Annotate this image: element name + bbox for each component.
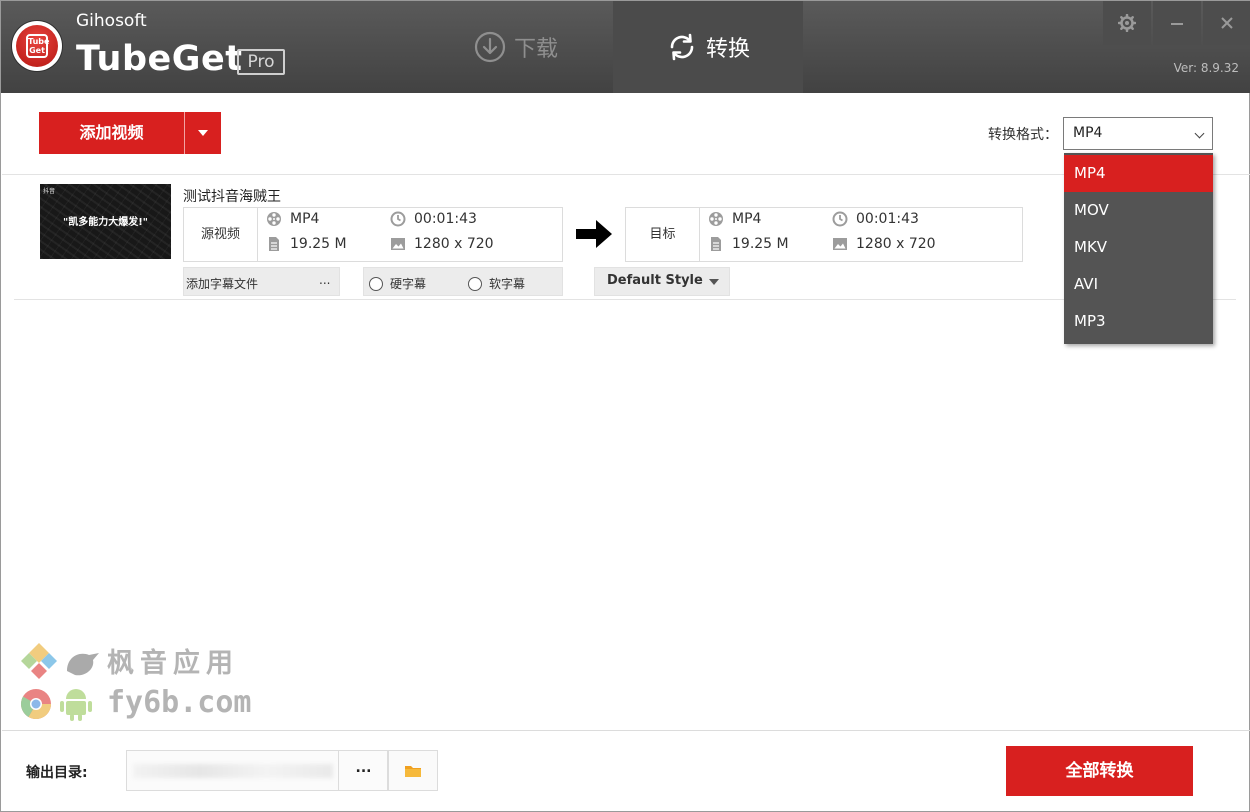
version-label: Ver: 8.9.32	[1173, 61, 1239, 75]
format-label: 转换格式：	[988, 127, 1058, 143]
tab-download[interactable]: 下载	[421, 1, 611, 93]
windows-logo-icon	[21, 643, 57, 679]
target-tag: 目标	[626, 208, 700, 261]
format-dropdown-list: MP4 MOV MKV AVI MP3	[1064, 153, 1213, 344]
source-size-value: 19.25 M	[290, 236, 347, 252]
toolbar-divider	[2, 174, 1250, 175]
clock-icon	[390, 211, 406, 227]
radio-circle-icon	[468, 276, 482, 291]
settings-button[interactable]	[1103, 1, 1151, 45]
format-option-avi[interactable]: AVI	[1064, 266, 1213, 303]
file-icon	[269, 237, 279, 251]
soft-subtitle-label: 软字幕	[489, 277, 526, 291]
gear-icon	[1118, 14, 1136, 32]
add-video-dropdown-button[interactable]	[185, 112, 221, 154]
output-directory-path-obscured	[133, 764, 333, 778]
close-icon	[1221, 17, 1233, 29]
subtitle-file-label: 添加字幕文件	[186, 277, 259, 291]
target-info-box: 目标 MP4 00:01:43 19.25 M 1280 x 720	[625, 207, 1023, 262]
row-divider	[14, 299, 1236, 300]
android-logo-icon	[60, 689, 92, 721]
title-bar: Tube Get Gihosoft TubeGet Pro 下载 转换 Ver:…	[1, 1, 1250, 93]
soft-subtitle-radio[interactable]: 软字幕	[468, 275, 525, 292]
caret-down-icon	[198, 130, 208, 136]
open-folder-button[interactable]	[388, 750, 438, 791]
source-resolution-value: 1280 x 720	[414, 236, 494, 252]
image-icon	[391, 238, 405, 250]
minimize-button[interactable]	[1153, 1, 1201, 45]
hard-subtitle-label: 硬字幕	[390, 277, 427, 291]
brand-name: Gihosoft	[76, 11, 147, 31]
format-option-mp3[interactable]: MP3	[1064, 303, 1213, 340]
folder-icon	[405, 765, 421, 777]
source-duration-value: 00:01:43	[414, 211, 477, 227]
target-format: MP4	[708, 211, 761, 227]
watermark-line1: 枫音应用	[107, 648, 239, 679]
app-window: Tube Get Gihosoft TubeGet Pro 下载 转换 Ver:…	[0, 0, 1250, 812]
site-watermark: 枫音应用 fy6b.com	[19, 641, 259, 727]
bird-icon	[67, 653, 99, 676]
source-format: MP4	[266, 211, 319, 227]
tab-download-label: 下载	[513, 37, 558, 62]
source-resolution: 1280 x 720	[390, 236, 494, 252]
caret-down-icon	[709, 279, 719, 285]
subtitle-style-value: Default Style	[607, 273, 703, 288]
tab-convert[interactable]: 转换	[613, 1, 803, 93]
target-resolution-value: 1280 x 720	[856, 236, 936, 252]
app-logo: Tube Get	[12, 21, 62, 71]
footer-divider	[2, 730, 1250, 731]
target-resolution: 1280 x 720	[832, 236, 936, 252]
video-thumbnail[interactable]: 抖音 "凯多能力大爆发!"	[40, 184, 171, 259]
thumbnail-caption: "凯多能力大爆发!"	[63, 217, 148, 228]
logo-badge: Tube Get	[16, 25, 58, 67]
source-info-box: 源视频 MP4 00:01:43 19.25 M 1280 x 720	[183, 207, 563, 262]
format-option-mkv[interactable]: MKV	[1064, 229, 1213, 266]
arrow-right-icon	[576, 220, 612, 248]
product-name: TubeGet	[76, 39, 243, 79]
tab-convert-label: 转换	[705, 37, 750, 62]
refresh-icon	[670, 33, 694, 61]
convert-all-button[interactable]: 全部转换	[1006, 746, 1193, 796]
source-duration: 00:01:43	[390, 211, 477, 227]
subtitle-type-group: 硬字幕 软字幕	[363, 267, 563, 296]
subtitle-browse-button[interactable]: ...	[319, 273, 330, 287]
source-size: 19.25 M	[266, 236, 347, 252]
hard-subtitle-radio[interactable]: 硬字幕	[369, 275, 426, 292]
download-icon	[474, 31, 506, 63]
target-size-value: 19.25 M	[732, 236, 789, 252]
output-directory-label: 输出目录:	[26, 765, 88, 781]
film-reel-icon	[709, 212, 723, 226]
chevron-down-icon	[1194, 128, 1205, 139]
format-select-value: MP4	[1073, 125, 1103, 141]
clock-icon	[832, 211, 848, 227]
watermark-line2: fy6b.com	[107, 685, 252, 720]
film-reel-icon	[267, 212, 281, 226]
add-video-button[interactable]: 添加视频	[39, 112, 221, 154]
format-option-mov[interactable]: MOV	[1064, 192, 1213, 229]
image-icon	[833, 238, 847, 250]
thumbnail-watermark: 抖音	[43, 188, 56, 195]
close-button[interactable]	[1203, 1, 1250, 45]
logo-box: Tube Get	[26, 34, 50, 58]
source-tag: 源视频	[184, 208, 258, 261]
logo-text-line2: Get	[29, 46, 45, 55]
radio-circle-icon	[369, 276, 383, 291]
format-select[interactable]: MP4	[1063, 117, 1213, 150]
target-size: 19.25 M	[708, 236, 789, 252]
subtitle-style-select[interactable]: Default Style	[594, 267, 730, 296]
edition-badge: Pro	[237, 49, 285, 75]
source-format-value: MP4	[290, 211, 320, 227]
target-format-value: MP4	[732, 211, 762, 227]
target-duration: 00:01:43	[832, 211, 919, 227]
video-title: 测试抖音海贼王	[183, 189, 281, 205]
add-video-label[interactable]: 添加视频	[39, 112, 184, 154]
output-browse-button[interactable]: ...	[338, 750, 388, 791]
target-duration-value: 00:01:43	[856, 211, 919, 227]
chrome-logo-icon	[20, 689, 52, 720]
format-option-mp4[interactable]: MP4	[1064, 155, 1213, 192]
file-icon	[711, 237, 721, 251]
logo-text-line1: Tube	[28, 37, 50, 46]
subtitle-file-field[interactable]: 添加字幕文件 ...	[183, 267, 340, 296]
minimize-icon	[1171, 23, 1183, 25]
